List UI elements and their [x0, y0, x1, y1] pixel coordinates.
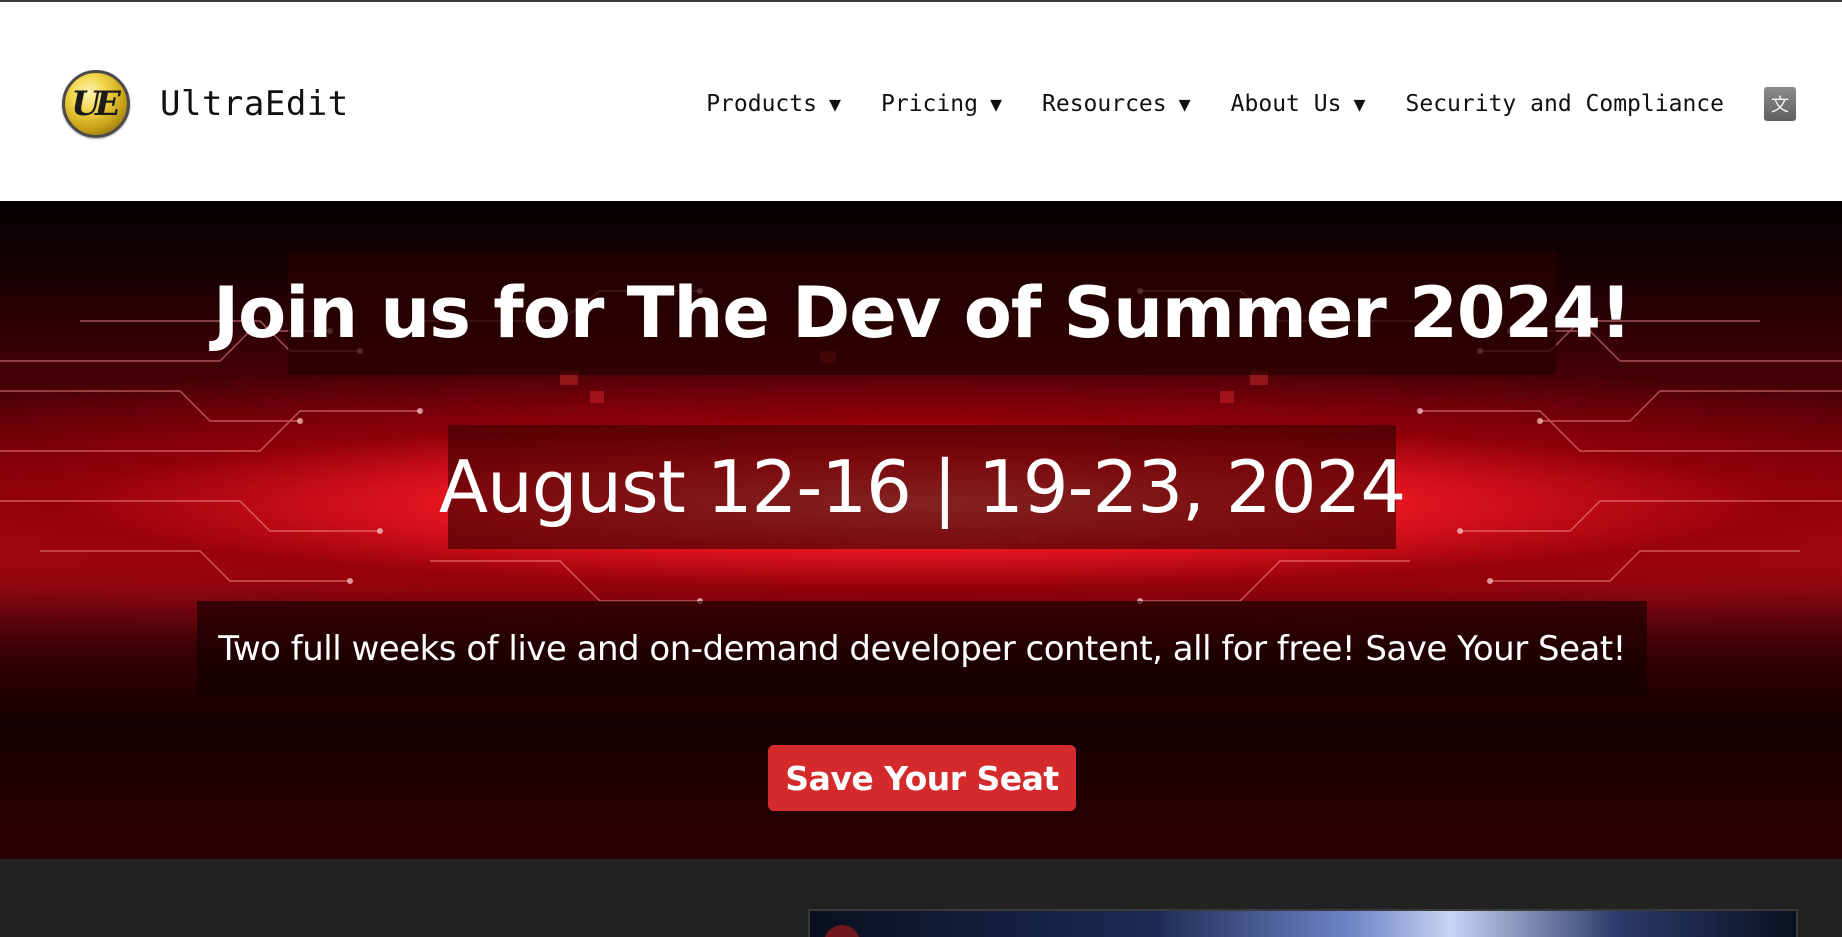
dark-content-section	[0, 859, 1842, 937]
nav-item-about-us[interactable]: About Us ▼	[1231, 91, 1366, 117]
hero-title: Join us for The Dev of Summer 2024!	[213, 272, 1632, 354]
nav-item-security-compliance[interactable]: Security and Compliance	[1406, 91, 1725, 117]
brand-name: UltraEdit	[160, 84, 349, 124]
nav-item-label: Pricing	[881, 91, 978, 117]
hero-dates-box: August 12-16 | 19-23, 2024	[439, 425, 1406, 549]
nav-item-label: Security and Compliance	[1405, 91, 1725, 117]
play-icon	[824, 925, 860, 937]
hero-subtitle: Two full weeks of live and on-demand dev…	[218, 628, 1626, 669]
caret-down-icon: ▼	[1178, 92, 1191, 116]
video-thumbnail[interactable]	[808, 909, 1798, 937]
caret-down-icon: ▼	[828, 92, 842, 116]
hero-banner: Join us for The Dev of Summer 2024! Augu…	[0, 201, 1842, 859]
nav-item-label: Resources	[1042, 91, 1167, 117]
nav-item-resources[interactable]: Resources ▼	[1042, 91, 1191, 117]
site-header: UE UltraEdit Products ▼ Pricing ▼ Resour…	[0, 2, 1842, 201]
logo-mark: UE	[71, 84, 121, 124]
save-your-seat-button[interactable]: Save Your Seat	[768, 745, 1076, 811]
caret-down-icon: ▼	[1353, 92, 1366, 116]
ultraedit-logo-icon: UE	[62, 70, 130, 138]
event-dates: August 12-16 | 19-23, 2024	[438, 445, 1406, 529]
caret-down-icon: ▼	[989, 92, 1002, 116]
hero-title-box: Join us for The Dev of Summer 2024!	[213, 251, 1632, 375]
cta-label: Save Your Seat	[785, 758, 1059, 798]
main-nav: Products ▼ Pricing ▼ Resources ▼ About U…	[706, 84, 1796, 124]
brand-home-link[interactable]: UE UltraEdit	[62, 70, 349, 138]
nav-item-label: Products	[706, 91, 817, 117]
nav-item-pricing[interactable]: Pricing ▼	[881, 91, 1002, 117]
hero-subtitle-box: Two full weeks of live and on-demand dev…	[197, 601, 1647, 696]
nav-item-label: About Us	[1230, 91, 1342, 117]
nav-item-products[interactable]: Products ▼	[706, 91, 841, 117]
translate-icon[interactable]: 文	[1764, 87, 1796, 121]
